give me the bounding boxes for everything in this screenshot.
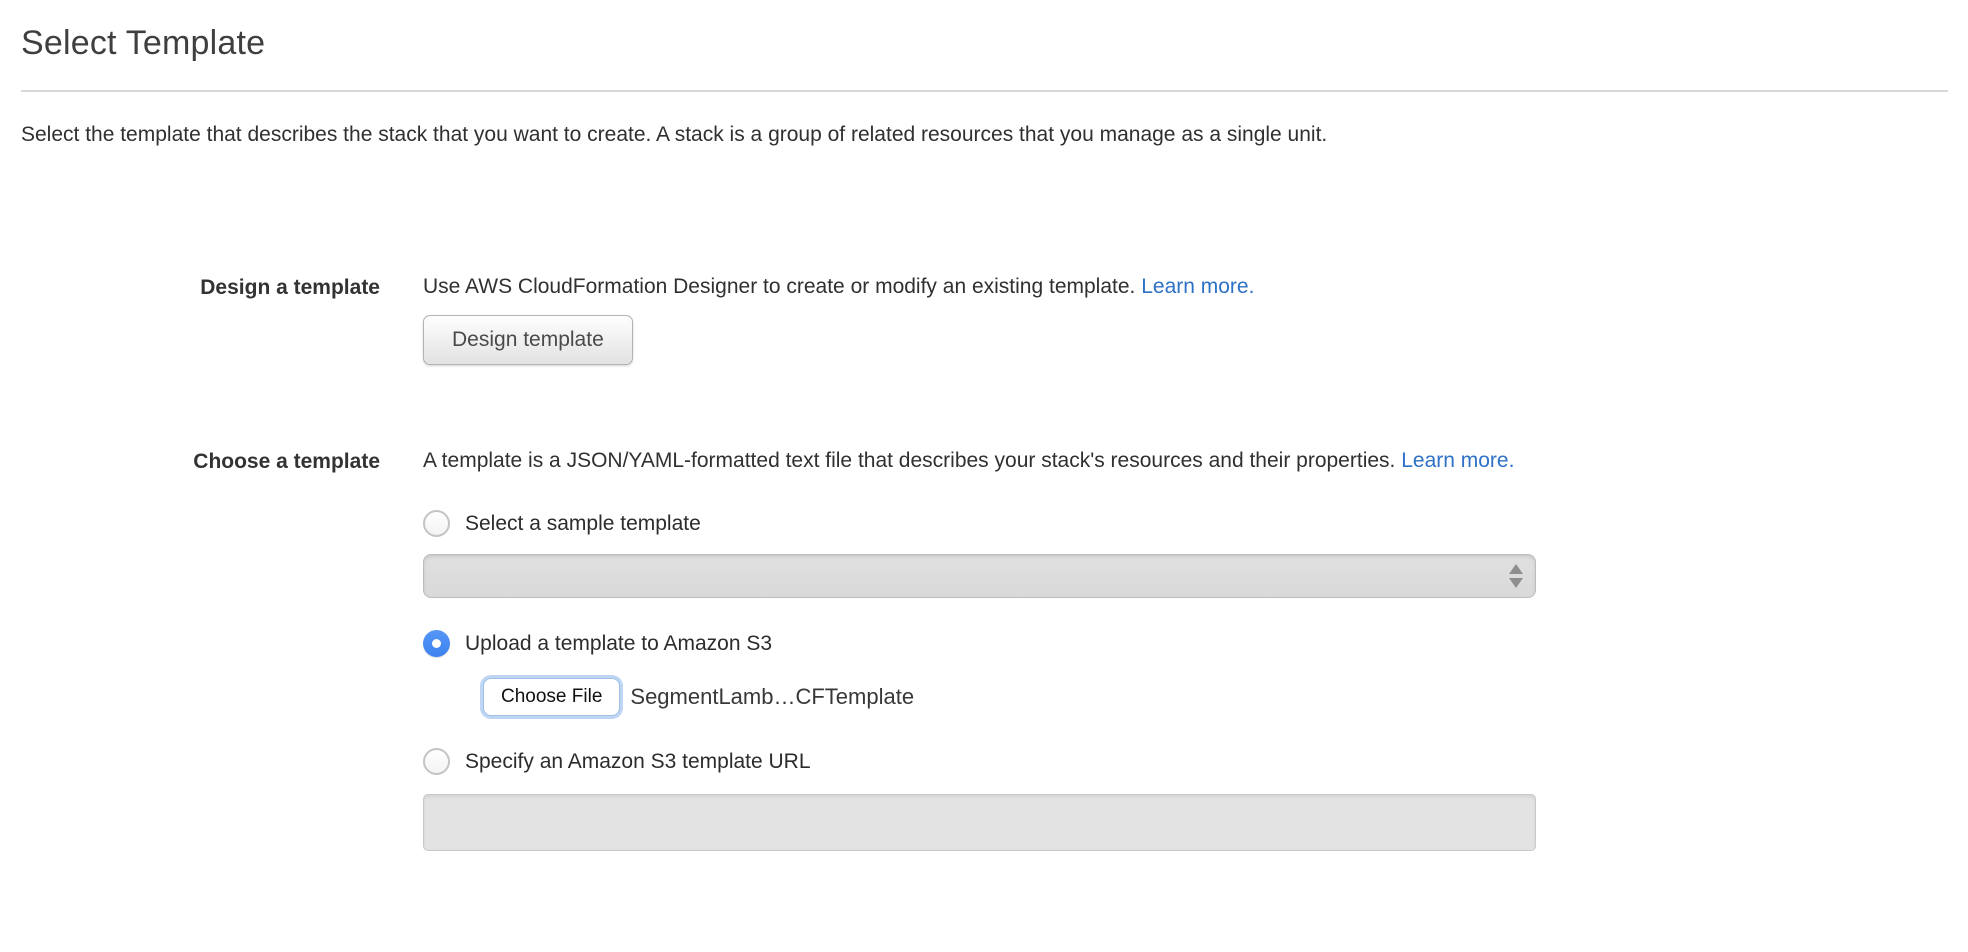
design-template-label: Design a template xyxy=(21,275,380,365)
select-template-form: Design a template Use AWS CloudFormation… xyxy=(21,275,1948,851)
design-template-row: Design a template Use AWS CloudFormation… xyxy=(21,275,1948,365)
option-label: Select a sample template xyxy=(465,512,701,536)
option-upload-template-s3[interactable]: Upload a template to Amazon S3 xyxy=(423,630,1948,657)
radio-selected-icon[interactable] xyxy=(423,630,450,657)
design-template-description: Use AWS CloudFormation Designer to creat… xyxy=(423,275,1135,298)
choose-template-description: A template is a JSON/YAML-formatted text… xyxy=(423,449,1395,472)
select-stepper-icon xyxy=(1509,564,1523,588)
choose-template-label: Choose a template xyxy=(21,449,380,851)
upload-file-row: Choose File SegmentLamb…CFTemplate xyxy=(483,678,1948,716)
radio-unselected-icon[interactable] xyxy=(423,510,450,537)
chevron-down-icon xyxy=(1509,578,1523,588)
uploaded-file-name: SegmentLamb…CFTemplate xyxy=(630,684,914,710)
choose-template-row: Choose a template A template is a JSON/Y… xyxy=(21,449,1948,851)
design-template-content: Use AWS CloudFormation Designer to creat… xyxy=(423,275,1948,365)
page-description: Select the template that describes the s… xyxy=(21,123,1948,147)
choose-learn-more-link[interactable]: Learn more. xyxy=(1401,449,1514,472)
page-title: Select Template xyxy=(21,24,1948,63)
design-template-button[interactable]: Design template xyxy=(423,315,633,365)
sample-template-select[interactable] xyxy=(423,554,1536,598)
choose-template-content: A template is a JSON/YAML-formatted text… xyxy=(423,449,1948,851)
option-select-sample-template[interactable]: Select a sample template xyxy=(423,510,1948,537)
choose-file-button[interactable]: Choose File xyxy=(483,678,620,716)
s3-template-url-input[interactable] xyxy=(423,794,1536,851)
option-specify-s3-url[interactable]: Specify an Amazon S3 template URL xyxy=(423,748,1948,775)
select-template-page: Select Template Select the template that… xyxy=(0,24,1968,851)
title-divider xyxy=(21,90,1948,92)
option-label: Upload a template to Amazon S3 xyxy=(465,632,772,656)
radio-unselected-icon[interactable] xyxy=(423,748,450,775)
chevron-up-icon xyxy=(1509,564,1523,574)
option-label: Specify an Amazon S3 template URL xyxy=(465,750,811,774)
design-learn-more-link[interactable]: Learn more. xyxy=(1141,275,1254,298)
